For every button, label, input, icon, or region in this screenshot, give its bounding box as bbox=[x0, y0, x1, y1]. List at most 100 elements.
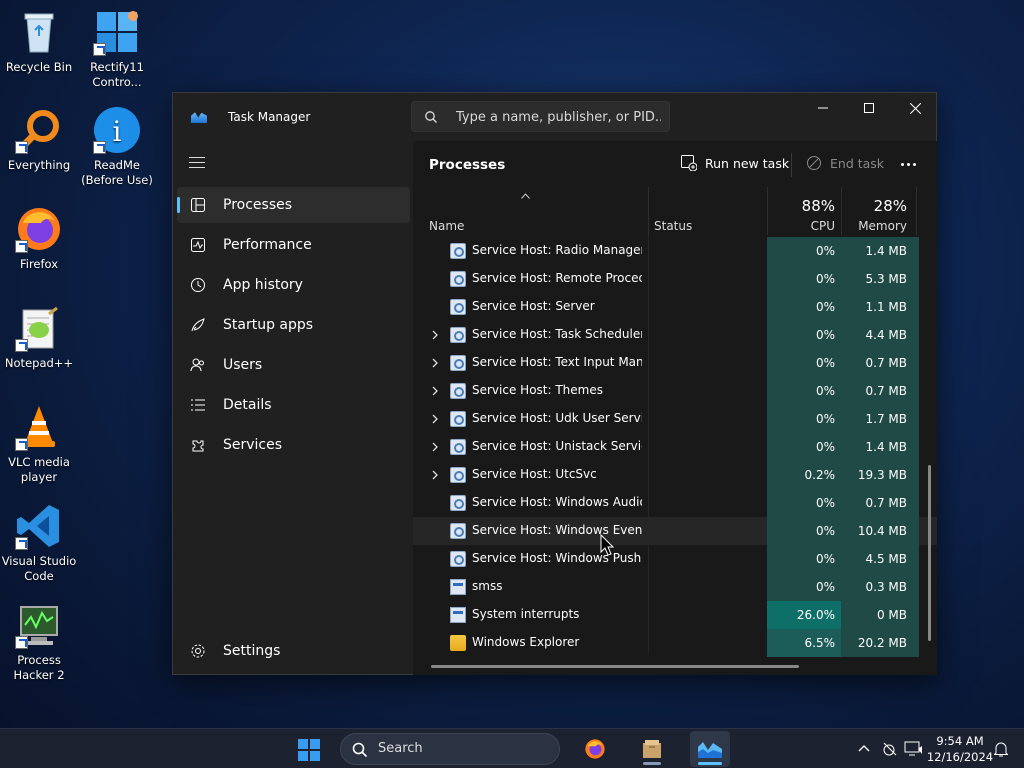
everything-search-icon bbox=[15, 106, 63, 154]
taskbar-task-manager[interactable] bbox=[690, 731, 730, 767]
table-row[interactable]: Service Host: Windows Push ... 0% 4.5 MB bbox=[413, 545, 937, 573]
service-host-icon bbox=[450, 383, 466, 399]
running-indicator bbox=[698, 762, 722, 765]
system-clock[interactable]: 9:54 AM 12/16/2024 bbox=[920, 733, 1000, 765]
chevron-right-icon[interactable] bbox=[431, 442, 439, 452]
column-header-name[interactable]: Name bbox=[429, 219, 464, 233]
maximize-icon bbox=[864, 103, 874, 113]
close-button[interactable] bbox=[892, 93, 938, 123]
nav-item-settings[interactable]: Settings bbox=[177, 633, 410, 669]
desktop-icon-everything[interactable]: Everything bbox=[0, 106, 78, 173]
vertical-scrollbar[interactable] bbox=[928, 465, 931, 641]
firefox-icon bbox=[585, 739, 605, 759]
table-row[interactable]: Service Host: Unistack Service ... 0%1.4 … bbox=[413, 433, 937, 461]
memory-cell: 5.3 MB bbox=[841, 265, 919, 293]
process-name: Service Host: Radio Managem... bbox=[472, 243, 642, 257]
cpu-total: 88% bbox=[801, 197, 835, 215]
search-box[interactable] bbox=[411, 101, 670, 132]
notification-bell-icon[interactable] bbox=[994, 741, 1008, 757]
page-title: Processes bbox=[429, 157, 506, 173]
nav-item-performance[interactable]: Performance bbox=[177, 227, 410, 263]
cpu-cell: 6.5% bbox=[767, 629, 841, 657]
info-icon: i bbox=[93, 106, 141, 154]
running-indicator bbox=[643, 762, 661, 765]
window-app-icon bbox=[450, 579, 466, 595]
firefox-icon bbox=[15, 205, 63, 253]
table-row[interactable]: Service Host: Radio Managem... 0%1.4 MB bbox=[413, 237, 937, 265]
nav-label: Performance bbox=[223, 237, 312, 253]
column-header-memory[interactable]: Memory bbox=[841, 219, 907, 233]
memory-cell: 0.3 MB bbox=[841, 573, 919, 601]
nav-item-services[interactable]: Services bbox=[177, 427, 410, 463]
nav-item-processes[interactable]: Processes bbox=[177, 187, 410, 223]
table-row[interactable]: Windows Explorer 6.5% 20.2 MB bbox=[413, 629, 937, 657]
table-row[interactable]: Service Host: Windows Event ... 0%10.4 MB bbox=[413, 517, 937, 545]
memory-cell: 1.1 MB bbox=[841, 293, 919, 321]
hamburger-menu-icon[interactable] bbox=[189, 157, 205, 169]
desktop-icon-readme[interactable]: i ReadMe (Before Use) bbox=[78, 106, 156, 188]
memory-total: 28% bbox=[873, 197, 907, 215]
chevron-right-icon[interactable] bbox=[431, 470, 439, 480]
process-name: Service Host: Windows Audio ... bbox=[472, 495, 642, 509]
desktop-icon-vlc[interactable]: VLC media player bbox=[0, 403, 78, 485]
table-row[interactable]: Service Host: Remote Procedu... 0%5.3 MB bbox=[413, 265, 937, 293]
table-row[interactable]: Service Host: Udk User Service... 0%1.7 M… bbox=[413, 405, 937, 433]
process-name: Service Host: Themes bbox=[472, 383, 603, 397]
desktop-icon-rectify11[interactable]: Rectify11 Contro... bbox=[78, 8, 156, 90]
nav-item-details[interactable]: Details bbox=[177, 387, 410, 423]
nav-item-app-history[interactable]: App history bbox=[177, 267, 410, 303]
chevron-right-icon[interactable] bbox=[431, 386, 439, 396]
table-row[interactable]: Service Host: Task Scheduler 0% 4.4 MB bbox=[413, 321, 937, 349]
startup-icon bbox=[189, 316, 207, 334]
desktop-icon-recycle-bin[interactable]: Recycle Bin bbox=[0, 8, 78, 75]
start-windows-icon[interactable] bbox=[298, 739, 320, 761]
network-icon[interactable] bbox=[882, 741, 898, 757]
table-row[interactable]: Service Host: Windows Audio ... 0%0.7 MB bbox=[413, 489, 937, 517]
task-manager-icon bbox=[698, 742, 722, 758]
desktop-icon-vscode[interactable]: Visual Studio Code bbox=[0, 502, 78, 584]
more-options-icon[interactable] bbox=[901, 163, 916, 166]
chevron-right-icon[interactable] bbox=[431, 330, 439, 340]
table-row[interactable]: System interrupts 26.0% 0 MB bbox=[413, 601, 937, 629]
service-host-icon bbox=[450, 523, 466, 539]
desktop-icon-label: Visual Studio Code bbox=[1, 554, 77, 583]
column-header-cpu[interactable]: CPU bbox=[767, 219, 835, 233]
search-input[interactable] bbox=[456, 108, 661, 126]
taskbar-file-explorer[interactable] bbox=[632, 731, 672, 767]
search-icon bbox=[352, 742, 368, 758]
service-host-icon bbox=[450, 551, 466, 567]
file-manager-icon bbox=[643, 740, 661, 758]
end-task-button[interactable]: End task bbox=[806, 155, 884, 171]
minimize-button[interactable] bbox=[800, 93, 846, 123]
chevron-up-icon[interactable] bbox=[858, 744, 870, 752]
table-row[interactable]: smss 0% 0.3 MB bbox=[413, 573, 937, 601]
process-name: Service Host: Server bbox=[472, 299, 595, 313]
column-divider bbox=[767, 187, 768, 235]
horizontal-scrollbar[interactable] bbox=[431, 665, 799, 668]
nav-item-startup-apps[interactable]: Startup apps bbox=[177, 307, 410, 343]
table-row[interactable]: Service Host: Text Input Mana... 0%0.7 MB bbox=[413, 349, 937, 377]
table-row[interactable]: Service Host: UtcSvc 0.2% 19.3 MB bbox=[413, 461, 937, 489]
end-task-label: End task bbox=[830, 155, 885, 171]
maximize-button[interactable] bbox=[846, 93, 892, 123]
desktop-icon-firefox[interactable]: Firefox bbox=[0, 205, 78, 272]
nav-item-users[interactable]: Users bbox=[177, 347, 410, 383]
title-bar[interactable]: Task Manager bbox=[173, 93, 936, 141]
service-host-icon bbox=[450, 271, 466, 287]
taskbar-firefox[interactable] bbox=[575, 731, 615, 767]
chevron-right-icon[interactable] bbox=[431, 358, 439, 368]
desktop-icon-notepadpp[interactable]: Notepad++ bbox=[0, 304, 78, 371]
table-row[interactable]: Service Host: Themes 0% 0.7 MB bbox=[413, 377, 937, 405]
run-new-task-button[interactable]: Run new task bbox=[681, 155, 789, 171]
desktop-icon-process-hacker[interactable]: Process Hacker 2 bbox=[0, 601, 78, 683]
table-row[interactable]: Service Host: Server 0% 1.1 MB bbox=[413, 293, 937, 321]
memory-cell: 0 MB bbox=[841, 601, 919, 629]
service-host-icon bbox=[450, 299, 466, 315]
cpu-cell: 26.0% bbox=[767, 601, 841, 629]
taskbar-search[interactable]: Search bbox=[340, 733, 560, 765]
clock-time: 9:54 AM bbox=[936, 734, 984, 748]
column-divider bbox=[648, 187, 649, 235]
chevron-right-icon[interactable] bbox=[431, 414, 439, 424]
sort-ascending-icon[interactable] bbox=[521, 193, 530, 199]
column-header-status[interactable]: Status bbox=[654, 219, 692, 233]
